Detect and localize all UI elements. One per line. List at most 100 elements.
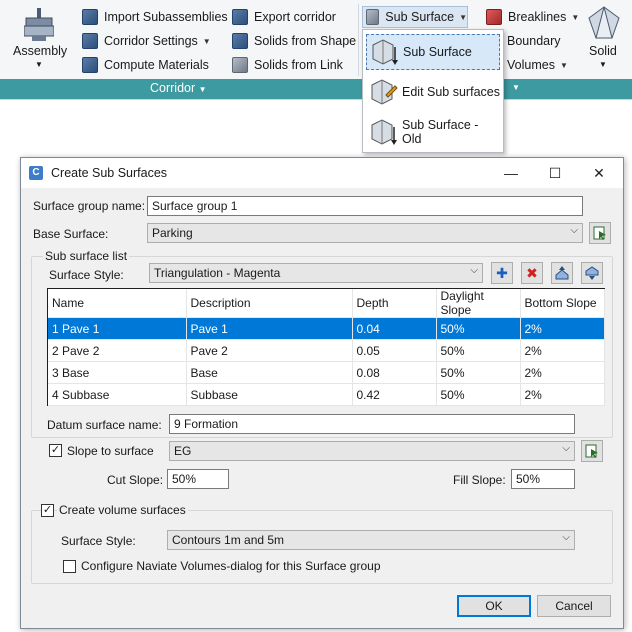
assembly-caret: ▼ — [35, 60, 43, 69]
cell-name[interactable]: 1 Pave 1 — [48, 317, 187, 340]
column-header-bottom-slope[interactable]: Bottom Slope — [520, 289, 605, 318]
menu-item-edit-sub-surfaces[interactable]: Edit Sub surfaces — [366, 74, 500, 110]
table-row[interactable]: 1 Pave 1 Pave 1 0.04 50% 2% — [48, 317, 605, 340]
cell-description[interactable]: Subbase — [186, 383, 353, 406]
table-row[interactable]: 2 Pave 2 Pave 2 0.05 50% 2% — [48, 339, 605, 362]
solids-from-shape-icon — [232, 33, 248, 49]
chevron-down-icon: ▼ — [202, 36, 211, 46]
solids-from-link-label: Solids from Link — [254, 58, 343, 72]
surface-group-name-input[interactable]: Surface group 1 — [147, 196, 583, 216]
compute-materials-button[interactable]: Compute Materials — [82, 54, 209, 76]
sub-surface-icon — [372, 39, 398, 65]
cell-depth[interactable]: 0.08 — [352, 361, 437, 384]
sub-surface-list-title: Sub surface list — [43, 249, 130, 263]
table-row[interactable]: 3 Base Base 0.08 50% 2% — [48, 361, 605, 384]
sub-surface-icon — [366, 9, 380, 25]
datum-surface-input[interactable]: 9 Formation — [169, 414, 575, 434]
cell-name[interactable]: 4 Subbase — [48, 383, 187, 406]
menu-item-sub-surface-old[interactable]: Sub Surface - Old — [366, 114, 500, 150]
base-surface-select[interactable]: Parking ⌵ — [147, 223, 583, 243]
cell-depth[interactable]: 0.04 — [352, 317, 437, 340]
surface-style-select[interactable]: Triangulation - Magenta ⌵ — [149, 263, 483, 283]
ribbon: Assembly ▼ Import Subassemblies Corridor… — [0, 0, 632, 100]
cut-slope-input[interactable]: 50% — [167, 469, 229, 489]
assembly-button[interactable]: Assembly ▼ — [8, 6, 70, 74]
import-subassemblies-button[interactable]: Import Subassemblies — [82, 6, 228, 28]
solid-button[interactable]: Solid ▼ — [582, 6, 626, 74]
cell-bottom-slope[interactable]: 2% — [520, 339, 605, 362]
volume-surface-style-select[interactable]: Contours 1m and 5m ⌵ — [167, 530, 575, 550]
configure-naviate-checkbox[interactable] — [63, 560, 76, 573]
ok-button[interactable]: OK — [457, 595, 531, 617]
fill-slope-input[interactable]: 50% — [511, 469, 575, 489]
solids-from-shape-button[interactable]: Solids from Shape — [232, 30, 356, 52]
fill-slope-label: Fill Slope: — [453, 473, 506, 487]
ribbon-panel-bar: Corridor ▼ ▼ — [0, 79, 632, 99]
cell-description[interactable]: Base — [186, 361, 353, 384]
cell-bottom-slope[interactable]: 2% — [520, 383, 605, 406]
column-header-daylight-slope[interactable]: Daylight Slope — [436, 289, 521, 318]
cell-daylight-slope[interactable]: 50% — [436, 317, 521, 340]
column-header-description[interactable]: Description — [186, 289, 353, 318]
chevron-down-icon: ⌵ — [562, 532, 570, 543]
column-header-depth[interactable]: Depth — [352, 289, 437, 318]
slope-to-surface-select[interactable]: EG ⌵ — [169, 441, 575, 461]
chevron-down-icon: ▼ — [512, 83, 520, 92]
column-header-name[interactable]: Name — [48, 289, 187, 318]
breaklines-button[interactable]: Breaklines ▼ — [486, 6, 579, 28]
minimize-button[interactable]: — — [489, 162, 533, 184]
close-button[interactable]: ✕ — [577, 162, 621, 184]
menu-item-label: Sub Surface - Old — [402, 118, 479, 146]
add-row-button[interactable]: ✚ — [491, 262, 513, 284]
chevron-down-icon: ⌵ — [470, 265, 478, 276]
menu-item-sub-surface[interactable]: Sub Surface — [366, 34, 500, 70]
cell-description[interactable]: Pave 2 — [186, 339, 353, 362]
cell-bottom-slope[interactable]: 2% — [520, 317, 605, 340]
cell-daylight-slope[interactable]: 50% — [436, 339, 521, 362]
volumes-button[interactable]: Volumes ▼ — [507, 54, 568, 76]
breaklines-icon — [486, 9, 502, 25]
move-up-icon — [555, 266, 569, 280]
app-icon: C — [29, 166, 43, 180]
menu-item-label: Edit Sub surfaces — [402, 85, 500, 99]
cell-depth[interactable]: 0.05 — [352, 339, 437, 362]
corridor-settings-button[interactable]: Corridor Settings ▼ — [82, 30, 211, 52]
menu-item-label: Sub Surface — [403, 45, 472, 59]
corridor-settings-label: Corridor Settings — [104, 34, 198, 48]
sub-surface-label: Sub Surface — [385, 10, 455, 24]
move-down-icon — [585, 266, 599, 280]
cell-bottom-slope[interactable]: 2% — [520, 361, 605, 384]
create-sub-surfaces-dialog: C Create Sub Surfaces — ☐ ✕ Surface grou… — [20, 157, 624, 629]
cell-daylight-slope[interactable]: 50% — [436, 383, 521, 406]
maximize-button[interactable]: ☐ — [533, 162, 577, 184]
cell-description[interactable]: Pave 1 — [186, 317, 353, 340]
cell-depth[interactable]: 0.42 — [352, 383, 437, 406]
import-icon — [82, 9, 98, 25]
chevron-down-icon: ⌵ — [570, 225, 578, 236]
move-down-button[interactable] — [581, 262, 603, 284]
table-row[interactable]: 4 Subbase Subbase 0.42 50% 2% — [48, 383, 605, 406]
slope-to-surface-checkbox[interactable]: ✓ — [49, 444, 62, 457]
boundary-button[interactable]: Boundary — [507, 30, 561, 52]
dialog-body: Surface group name: Surface group 1 Base… — [21, 188, 623, 628]
edit-sub-surface-icon — [371, 79, 398, 105]
export-corridor-button[interactable]: Export corridor — [232, 6, 336, 28]
cell-name[interactable]: 3 Base — [48, 361, 187, 384]
dialog-titlebar[interactable]: C Create Sub Surfaces — ☐ ✕ — [21, 158, 623, 188]
solids-from-link-button[interactable]: Solids from Link — [232, 54, 343, 76]
sub-surface-table[interactable]: Name Description Depth Daylight Slope Bo… — [47, 288, 605, 406]
cell-name[interactable]: 2 Pave 2 — [48, 339, 187, 362]
create-volume-checkbox[interactable]: ✓ — [41, 504, 54, 517]
surface-style-label: Surface Style: — [49, 268, 124, 282]
cell-daylight-slope[interactable]: 50% — [436, 361, 521, 384]
move-up-button[interactable] — [551, 262, 573, 284]
pick-slope-surface-button[interactable] — [581, 440, 603, 462]
import-subassemblies-label: Import Subassemblies — [104, 10, 228, 24]
chevron-down-icon: ⌵ — [562, 443, 570, 454]
solids-from-link-icon — [232, 57, 248, 73]
delete-row-button[interactable]: ✖ — [521, 262, 543, 284]
cancel-button[interactable]: Cancel — [537, 595, 611, 617]
plus-icon: ✚ — [496, 265, 508, 281]
pick-base-surface-button[interactable] — [589, 222, 611, 244]
sub-surface-button[interactable]: Sub Surface ▼ — [362, 6, 468, 28]
